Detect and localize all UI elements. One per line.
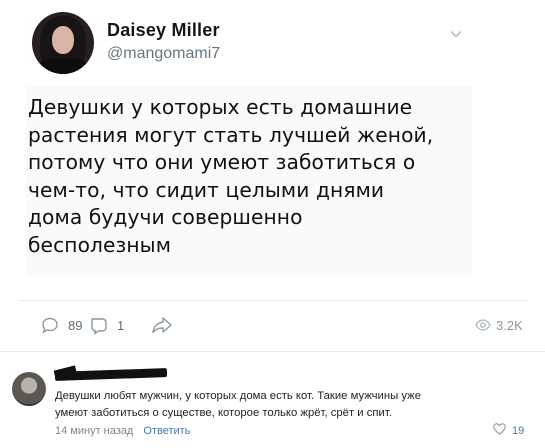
tweet-actions: 89 1 3.2K	[0, 312, 545, 338]
reply-link[interactable]: Ответить	[143, 425, 190, 437]
comment-text-line: умеют заботиться о существе, которое тол…	[55, 407, 392, 419]
retweet-count: 1	[117, 317, 125, 333]
reply-button[interactable]: 89	[40, 312, 82, 338]
tweet-text-line: бесполезным	[28, 232, 172, 257]
eye-icon	[475, 319, 491, 331]
divider	[18, 300, 528, 301]
author-handle[interactable]: @mangomami7	[107, 45, 220, 63]
tweet-text: Девушки у которых есть домашние растения…	[28, 94, 468, 259]
heart-icon	[493, 423, 506, 438]
tweet-text-line: Девушки у которых есть домашние	[28, 95, 413, 119]
author-avatar[interactable]	[32, 12, 94, 74]
share-icon	[150, 315, 174, 335]
comment-text-line: Девушки любят мужчин, у которых дома ест…	[55, 390, 421, 402]
retweet-button[interactable]: 1	[89, 312, 124, 338]
chevron-down-icon[interactable]	[449, 26, 463, 40]
views-counter: 3.2K	[475, 312, 523, 338]
views-count: 3.2K	[496, 317, 523, 333]
reply-count: 89	[68, 317, 83, 333]
reply-icon	[40, 316, 60, 334]
avatar-shirt	[38, 58, 88, 74]
tweet-text-line: потому что они умеют заботиться о	[28, 150, 416, 174]
author-display-name[interactable]: Daisey Miller	[107, 20, 220, 41]
comment-like-count: 19	[512, 424, 525, 437]
tweet-text-line: чем-то, что сидит целыми днями	[28, 177, 385, 202]
commenter-avatar[interactable]	[12, 372, 46, 406]
avatar-face	[52, 26, 74, 54]
retweet-icon	[89, 315, 109, 335]
tweet-text-line: растения могут стать лучшей женой,	[28, 122, 434, 147]
comment-meta: 14 минут назад Ответить	[55, 425, 190, 437]
tweet-text-line: дома будучи совершенно	[28, 205, 303, 229]
comment-timestamp: 14 минут назад	[55, 425, 134, 437]
share-button[interactable]	[150, 312, 174, 338]
comment-like-button[interactable]: 19	[493, 423, 524, 438]
comment-text: Девушки любят мужчин, у которых дома ест…	[55, 388, 535, 422]
